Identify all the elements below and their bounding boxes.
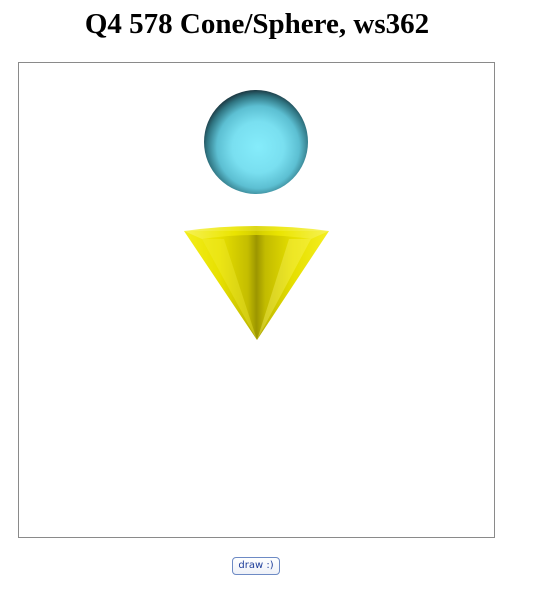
render-canvas[interactable] [18, 62, 495, 538]
page-title: Q4 578 Cone/Sphere, ws362 [84, 8, 430, 40]
cone [184, 226, 329, 340]
sphere [204, 90, 308, 194]
draw-button[interactable]: draw :) [232, 557, 280, 575]
scene-drawing [184, 90, 329, 340]
